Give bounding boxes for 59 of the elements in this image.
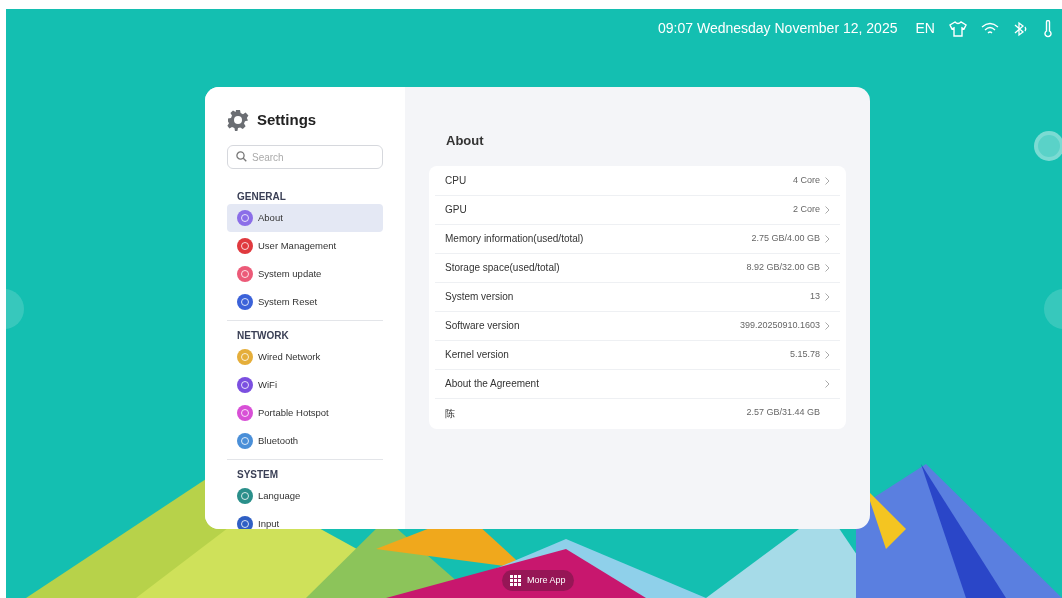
settings-title: Settings xyxy=(257,110,317,130)
sidebar-item[interactable]: WiFi xyxy=(227,371,383,399)
chevron-icon xyxy=(825,350,830,359)
row-label: About the Agreement xyxy=(445,377,540,391)
sidebar-item[interactable]: Portable Hotspot xyxy=(227,399,383,427)
info-row[interactable]: Storage space(used/total) 8.92 GB/32.00 GB xyxy=(435,253,840,283)
row-value: 13 xyxy=(810,289,820,303)
sidebar-item[interactable]: About xyxy=(227,204,383,232)
info-row[interactable]: Memory information(used/total) 2.75 GB/4.00 GB xyxy=(435,224,840,254)
shirt-icon[interactable] xyxy=(948,20,967,37)
app-grid-icon xyxy=(510,575,521,586)
row-label: Software version xyxy=(445,319,521,333)
info-row[interactable]: About the Agreement xyxy=(435,369,840,399)
sidebar-item[interactable]: Language xyxy=(227,482,383,510)
row-label: CPU xyxy=(445,174,468,188)
wifi-icon[interactable] xyxy=(980,21,999,36)
section-header: NETWORK xyxy=(236,329,290,343)
row-value: 2 Core xyxy=(793,202,820,216)
sidebar-item[interactable]: System Reset xyxy=(227,288,383,316)
search-field[interactable]: Search xyxy=(227,145,383,169)
chevron-icon xyxy=(825,176,830,185)
row-value: 399.20250910.1603 xyxy=(739,318,820,332)
chevron-icon xyxy=(825,234,830,243)
sidebar-item[interactable]: Bluetooth xyxy=(227,427,383,455)
info-row[interactable]: GPU 2 Core xyxy=(435,195,840,225)
row-label: System version xyxy=(445,290,515,304)
chevron-icon xyxy=(825,379,830,388)
row-label: Storage space(used/total) xyxy=(445,261,561,275)
row-value: 2.75 GB/4.00 GB xyxy=(751,231,820,245)
info-row[interactable]: 陈 2.57 GB/31.44 GB xyxy=(435,398,840,428)
sidebar-item[interactable]: System update xyxy=(227,260,383,288)
more-app-button[interactable]: More App xyxy=(502,570,574,591)
row-label: Memory information(used/total) xyxy=(445,232,585,246)
chevron-icon xyxy=(825,263,830,272)
page-title: About xyxy=(445,132,485,150)
row-value: 5.15.78 xyxy=(789,347,820,361)
row-value: 4 Core xyxy=(793,173,820,187)
search-icon xyxy=(236,150,247,162)
info-row[interactable]: CPU 4 Core xyxy=(435,166,840,196)
chevron-icon xyxy=(825,292,830,301)
sidebar-item[interactable]: User Management xyxy=(227,232,383,260)
sidebar-item[interactable]: Wired Network xyxy=(227,343,383,371)
chevron-icon xyxy=(825,205,830,214)
date-time: 09:07 Wednesday November 12, 2025 xyxy=(658,19,898,38)
gear-icon xyxy=(227,109,249,132)
row-label: 陈 xyxy=(445,406,456,421)
section-header: SYSTEM xyxy=(236,468,280,482)
info-row[interactable]: System version 13 xyxy=(435,282,840,312)
row-value: 2.57 GB/31.44 GB xyxy=(746,406,820,420)
row-value: 8.92 GB/32.00 GB xyxy=(746,260,820,274)
bluetooth-icon[interactable] xyxy=(1012,20,1029,37)
row-label: Kernel version xyxy=(445,348,510,362)
chevron-icon xyxy=(825,321,830,330)
thermometer-icon[interactable] xyxy=(1042,19,1053,38)
info-row[interactable]: Software version 399.20250910.1603 xyxy=(435,311,840,341)
sidebar-item[interactable]: Input xyxy=(227,510,383,529)
row-label: GPU xyxy=(445,203,468,217)
info-row[interactable]: Kernel version 5.15.78 xyxy=(435,340,840,370)
section-header: GENERAL xyxy=(236,190,287,204)
